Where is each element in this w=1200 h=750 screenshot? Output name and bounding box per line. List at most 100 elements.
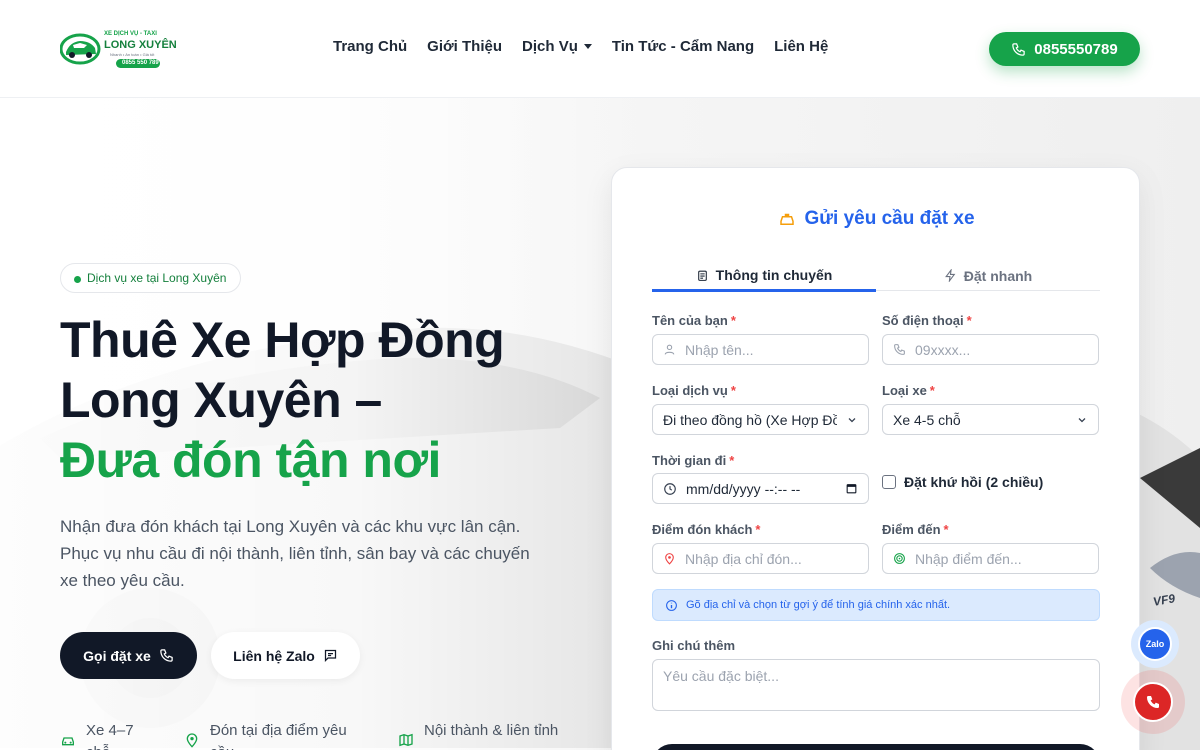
user-icon — [664, 344, 675, 355]
note-textarea[interactable]: Yêu cầu đặc biệt... — [652, 659, 1100, 711]
pickup-input[interactable]: Nhập địa chỉ đón... — [652, 543, 869, 574]
note-label: Ghi chú thêm — [652, 638, 735, 653]
chevron-down-icon — [848, 417, 856, 422]
pickup-label: Điểm đón khách * — [652, 522, 760, 537]
nav-news[interactable]: Tin Tức - Cẩm Nang — [612, 38, 754, 55]
floating-zalo-button[interactable]: Zalo — [1131, 620, 1179, 668]
car-type-label-text: Loại xe — [882, 383, 927, 398]
zalo-contact-label: Liên hệ Zalo — [233, 647, 315, 664]
phone-label-text: Số điện thoại — [882, 313, 964, 328]
required-mark: * — [966, 313, 972, 328]
service-type-value: Đi theo đồng hồ (Xe Hợp Đồng) — [663, 411, 837, 428]
nav-services-label: Dịch Vụ — [522, 38, 578, 55]
car-type-label: Loại xe * — [882, 383, 935, 398]
clipboard-icon — [697, 270, 707, 281]
tab-quick-booking-label: Đặt nhanh — [963, 267, 1033, 284]
tab-quick-booking[interactable]: Đặt nhanh — [876, 261, 1100, 290]
pickup-label-text: Điểm đón khách — [652, 522, 753, 537]
header-phone-label: 0855550789 — [1034, 40, 1118, 58]
roundtrip-checkbox[interactable] — [882, 475, 896, 489]
floating-call-button[interactable] — [1121, 670, 1185, 734]
hero-title-line2: Long Xuyên – — [60, 372, 382, 428]
feature-pickup-text: Đón tại địa điểm yêu cầu — [210, 722, 347, 750]
feature-routes-text: Nội thành & liên tỉnh — [424, 722, 559, 739]
datetime-input[interactable]: mm/dd/yyyy --:-- -- — [652, 473, 869, 504]
clock-icon — [664, 482, 676, 495]
chevron-down-icon — [1078, 417, 1086, 422]
logo-top-text: XE DỊCH VỤ - TAXI — [104, 31, 157, 37]
logo-phone-text: 0855 550 789 — [122, 60, 159, 66]
taxi-icon — [780, 213, 795, 225]
main-nav: Trang Chủ Giới Thiệu Dịch Vụ Tin Tức - C… — [333, 38, 828, 55]
nav-home[interactable]: Trang Chủ — [333, 38, 407, 55]
address-info-notice: Gõ địa chỉ và chọn từ gợi ý để tính giá … — [652, 589, 1100, 621]
address-info-text: Gõ địa chỉ và chọn từ gợi ý để tính giá … — [686, 599, 951, 611]
nav-about[interactable]: Giới Thiệu — [427, 38, 502, 55]
chat-icon — [324, 649, 336, 663]
car-icon — [62, 737, 74, 746]
map-pin-icon — [186, 733, 198, 748]
dropoff-input[interactable]: Nhập điểm đến... — [882, 543, 1099, 574]
nav-contact-label: Liên Hệ — [774, 38, 829, 55]
name-input[interactable]: Nhập tên... — [652, 334, 869, 365]
call-booking-button[interactable]: Gọi đặt xe — [60, 632, 197, 679]
badge-dot-icon — [74, 276, 81, 283]
feature-car-types: Xe 4–7 chỗ — [60, 720, 146, 750]
required-mark: * — [730, 383, 736, 398]
zalo-contact-button[interactable]: Liên hệ Zalo — [211, 632, 360, 679]
phone-placeholder: 09xxxx... — [915, 341, 971, 358]
submit-booking-button[interactable] — [652, 744, 1100, 750]
car-type-select[interactable]: Xe 4-5 chỗ — [882, 404, 1099, 435]
nav-about-label: Giới Thiệu — [427, 38, 503, 55]
phone-label: Số điện thoại * — [882, 313, 972, 328]
required-mark: * — [943, 522, 949, 537]
call-booking-label: Gọi đặt xe — [83, 647, 151, 664]
name-label: Tên của bạn * — [652, 313, 736, 328]
site-logo[interactable]: XE DỊCH VỤ - TAXI LONG XUYÊN Nhanh • An … — [59, 28, 177, 70]
name-label-text: Tên của bạn — [652, 313, 728, 328]
logo-sub-text: Nhanh • An toàn • Giá tốt — [110, 52, 155, 57]
info-icon — [666, 599, 677, 611]
nav-home-label: Trang Chủ — [333, 38, 408, 55]
service-type-label-text: Loại dịch vụ — [652, 383, 728, 398]
roundtrip-option[interactable]: Đặt khứ hồi (2 chiều) — [882, 474, 1043, 490]
header-phone-button[interactable]: 0855550789 — [989, 32, 1140, 66]
hero-title: Thuê Xe Hợp Đồng Long Xuyên – Đưa đón tậ… — [60, 310, 580, 490]
booking-form-title-text: Gửi yêu cầu đặt xe — [804, 208, 975, 229]
name-placeholder: Nhập tên... — [685, 341, 754, 358]
nav-contact[interactable]: Liên Hệ — [774, 38, 828, 55]
booking-form-card: Gửi yêu cầu đặt xe Thông tin chuyến Đặt … — [611, 167, 1140, 750]
required-mark: * — [929, 383, 935, 398]
form-tabs: Thông tin chuyến Đặt nhanh — [652, 261, 1100, 292]
logo-brand-text: LONG XUYÊN — [104, 39, 177, 51]
service-type-label: Loại dịch vụ * — [652, 383, 736, 398]
chevron-down-icon — [583, 44, 592, 49]
phone-icon — [1147, 696, 1159, 708]
phone-icon — [894, 344, 905, 355]
nav-news-label: Tin Tức - Cẩm Nang — [611, 38, 755, 55]
phone-icon — [160, 649, 173, 662]
calendar-icon — [846, 484, 857, 494]
service-type-select[interactable]: Đi theo đồng hồ (Xe Hợp Đồng) — [652, 404, 869, 435]
nav-services[interactable]: Dịch Vụ — [522, 38, 592, 55]
phone-input[interactable]: 09xxxx... — [882, 334, 1099, 365]
booking-form-title: Gửi yêu cầu đặt xe — [612, 208, 1141, 230]
note-placeholder: Yêu cầu đặc biệt... — [663, 668, 779, 684]
hero-title-highlight: Đưa đón tận nơi — [60, 432, 441, 488]
site-header: XE DỊCH VỤ - TAXI LONG XUYÊN Nhanh • An … — [0, 0, 1200, 98]
lightning-icon — [944, 269, 956, 282]
dropoff-label-text: Điểm đến — [882, 522, 941, 537]
service-badge: Dịch vụ xe tại Long Xuyên — [60, 263, 242, 293]
required-mark: * — [730, 313, 736, 328]
pickup-placeholder: Nhập địa chỉ đón... — [685, 550, 802, 567]
map-icon — [399, 733, 413, 747]
dropoff-label: Điểm đến * — [882, 522, 949, 537]
tab-trip-info[interactable]: Thông tin chuyến — [652, 261, 876, 292]
hero-title-line1: Thuê Xe Hợp Đồng — [60, 312, 505, 368]
note-label-text: Ghi chú thêm — [652, 638, 736, 653]
tab-trip-info-label: Thông tin chuyến — [715, 267, 833, 283]
call-circle — [1133, 682, 1173, 722]
feature-pickup: Đón tại địa điểm yêu cầu — [184, 720, 370, 750]
time-label-text: Thời gian đi — [652, 453, 727, 468]
roundtrip-label: Đặt khứ hồi (2 chiều) — [904, 474, 1044, 490]
